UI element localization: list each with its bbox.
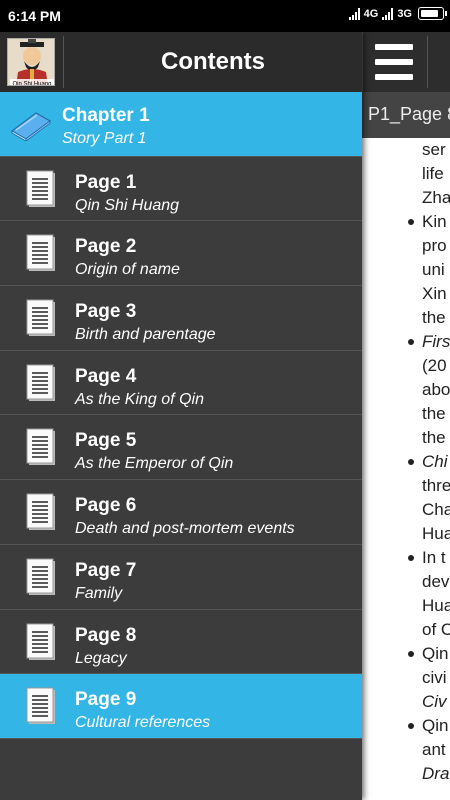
page-label: P1_Page 8 — [362, 92, 450, 138]
status-bar: 6:14 PM 4G 3G — [0, 0, 450, 32]
document-icon — [26, 558, 55, 595]
drawer-title: Contents — [161, 48, 265, 75]
document-icon — [26, 170, 55, 207]
page-item[interactable]: Page 3 Birth and parentage — [0, 286, 362, 351]
article-line: thre — [422, 476, 450, 495]
svg-text:Qin Shi Huang: Qin Shi Huang — [12, 82, 51, 87]
page-item[interactable]: Page 9 Cultural references — [0, 674, 362, 739]
page-title: Page 4 — [75, 365, 137, 387]
page-title: Page 8 — [75, 624, 137, 646]
page-title: Page 9 — [75, 689, 137, 711]
article-line: Hua — [422, 524, 450, 543]
page-subtitle: Cultural references — [75, 714, 211, 732]
page-item[interactable]: Page 2 Origin of name — [0, 221, 362, 287]
page-title: Page 5 — [75, 430, 137, 452]
content-toolbar — [362, 32, 450, 92]
chapter-subtitle: Story Part 1 — [62, 130, 147, 147]
article-line: life — [422, 164, 444, 183]
article-line: abo — [422, 380, 450, 399]
article-line: pro — [422, 236, 447, 255]
bullet-icon — [408, 219, 414, 225]
article-line: dev — [422, 572, 450, 591]
article-line: Xin — [422, 284, 447, 303]
contents-list: Chapter 1 Story Part 1 Page 1 Qin Shi Hua… — [0, 92, 362, 739]
app-icon[interactable]: Qin Shi Huang — [7, 38, 55, 86]
article-line: In t — [422, 548, 446, 567]
article-line: ant — [422, 740, 446, 759]
chapter-title: Chapter 1 — [62, 105, 150, 126]
menu-icon[interactable] — [375, 44, 413, 80]
article-line: civi — [422, 668, 447, 687]
book-icon — [10, 112, 52, 141]
article-line: of C — [422, 620, 450, 639]
article-line: Dra — [422, 764, 450, 783]
document-icon — [26, 234, 55, 272]
article-line: Kin — [422, 212, 447, 231]
signal-icon — [348, 7, 360, 20]
page-item[interactable]: Page 6 Death and post-mortem events — [0, 480, 362, 545]
page-subtitle: Death and post-mortem events — [75, 520, 295, 538]
article-line: Hua — [422, 596, 450, 615]
article-line: uni — [422, 260, 445, 279]
toolbar-divider — [427, 36, 428, 88]
article-line: (20 — [422, 356, 447, 375]
status-time: 6:14 PM — [8, 8, 61, 24]
page-title: Page 2 — [75, 236, 137, 258]
page-item[interactable]: Page 8 Legacy — [0, 609, 362, 675]
battery-icon — [418, 7, 447, 20]
page-subtitle: Qin Shi Huang — [75, 196, 180, 214]
bullet-icon — [408, 555, 414, 561]
network-type-1: 4G — [363, 7, 379, 20]
bullet-icon — [408, 723, 414, 729]
bullet-icon — [408, 651, 414, 657]
article-line: the — [422, 404, 446, 423]
network-type-2: 3G — [397, 7, 412, 20]
article-line: Qin — [422, 644, 449, 663]
article-line: Cha — [422, 500, 450, 519]
article-line: Qin — [422, 716, 449, 735]
page-subtitle: Legacy — [75, 649, 127, 667]
status-icons: 4G 3G — [348, 7, 447, 20]
page-title: Page 3 — [75, 301, 137, 323]
article-line: Zha — [422, 188, 450, 207]
chapter-item[interactable]: Chapter 1 Story Part 1 — [0, 92, 362, 157]
article-line: ser — [422, 140, 446, 159]
article-line: Chi — [422, 452, 448, 471]
bullet-icon — [408, 339, 414, 345]
document-icon — [26, 364, 55, 401]
page-title: Page 6 — [75, 495, 137, 517]
page-item[interactable]: Page 1 Qin Shi Huang — [0, 156, 362, 222]
drawer-header: Qin Shi Huang Contents — [0, 32, 362, 92]
document-icon — [26, 299, 55, 337]
document-icon — [26, 493, 55, 531]
article-line: the — [422, 308, 446, 327]
page-item[interactable]: Page 7 Family — [0, 544, 362, 610]
page-item[interactable]: Page 4 As the King of Qin — [0, 350, 362, 416]
document-icon — [26, 428, 55, 466]
signal-icon-2 — [382, 7, 394, 20]
bullet-icon — [408, 459, 414, 465]
page-subtitle: Birth and parentage — [75, 326, 216, 344]
navigation-drawer: Qin Shi Huang Contents Chapter 1 Story P… — [0, 32, 362, 800]
content-pane: P1_Page 8 ser life Zha Kin pro uni Xin the First… — [362, 32, 450, 800]
page-title: Page 7 — [75, 559, 137, 581]
page-title: Page 1 — [75, 171, 137, 193]
emperor-portrait-icon: Qin Shi Huang — [8, 39, 54, 87]
page-subtitle: As the King of Qin — [75, 390, 204, 408]
page-subtitle: As the Emperor of Qin — [75, 455, 234, 473]
document-icon — [26, 623, 55, 660]
article-line: the — [422, 428, 446, 447]
page-subtitle: Origin of name — [75, 261, 180, 279]
page-item[interactable]: Page 5 As the Emperor of Qin — [0, 415, 362, 481]
article-line: First — [422, 332, 450, 351]
document-icon — [26, 687, 55, 725]
page-subtitle: Family — [75, 584, 123, 602]
article-line: Civ — [422, 692, 447, 711]
